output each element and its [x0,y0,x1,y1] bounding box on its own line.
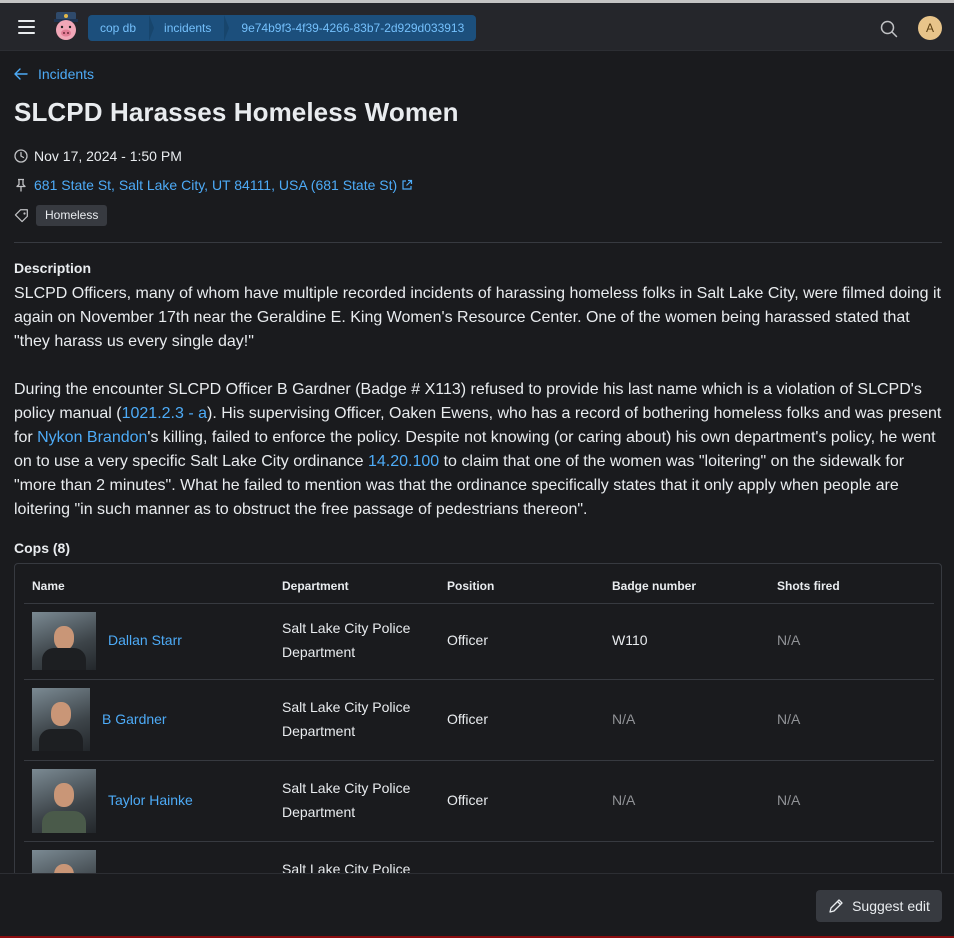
cop-photo[interactable] [32,688,90,751]
cops-table: Name Department Position Badge number Sh… [14,563,942,883]
incident-date: Nov 17, 2024 - 1:50 PM [14,148,182,164]
dept-line: Salt Lake City Police [282,699,411,715]
col-shots-fired[interactable]: Shots fired [777,579,840,593]
policy-link[interactable]: 1021.2.3 - a [122,405,207,422]
description-paragraph-2: During the encounter SLCPD Officer B Gar… [14,378,944,522]
description-paragraph-1: SLCPD Officers, many of whom have multip… [14,285,941,350]
dept-line: Salt Lake City Police [282,620,411,636]
breadcrumb-incident-id[interactable]: 9e74b9f3-4f39-4266-83b7-2d929d033913 [225,15,476,41]
cop-name-link[interactable]: Dallan Starr [108,632,182,648]
dept-line: Department [282,644,356,660]
cop-shots-fired: N/A [777,792,801,808]
cop-name-link[interactable]: Taylor Hainke [108,792,193,808]
incident-address-text: 681 State St, Salt Lake City, UT 84111, … [34,177,398,193]
description-label: Description [14,260,92,276]
page-title: SLCPD Harasses Homeless Women [14,97,459,127]
cop-photo[interactable] [32,612,96,670]
cop-department: Salt Lake City Police Department [282,616,410,664]
cop-position: Officer [447,792,488,808]
cop-name-link[interactable]: B Gardner [102,711,167,727]
external-link-icon [402,179,413,190]
col-badge-number[interactable]: Badge number [612,579,696,593]
cop-badge: N/A [612,711,636,727]
col-department[interactable]: Department [282,579,349,593]
tag-icon [14,208,28,222]
pencil-icon [829,899,843,913]
suggest-edit-button[interactable]: Suggest edit [816,890,942,922]
cop-shots-fired: N/A [777,711,801,727]
breadcrumb-label: incidents [164,21,212,35]
table-row[interactable]: B Gardner Salt Lake City Police Departmen… [24,680,934,761]
avatar[interactable]: A [918,16,942,40]
top-bar: cop db incidents 9e74b9f3-4f39-4266-83b7… [0,3,954,51]
search-icon[interactable] [880,20,898,38]
arrow-left-icon [14,68,28,80]
pig-cop-logo-icon[interactable] [50,10,82,42]
breadcrumb-incidents[interactable]: incidents [150,15,230,41]
breadcrumb-label: cop db [100,21,137,35]
cop-shots-fired: N/A [777,632,801,648]
nykon-brandon-link[interactable]: Nykon Brandon [37,429,147,446]
table-header: Name Department Position Badge number Sh… [24,564,934,604]
table-row[interactable]: Dallan Starr Salt Lake City Police Depart… [24,604,934,680]
menu-icon[interactable] [18,20,35,34]
dept-line: Salt Lake City Police [282,780,411,796]
table-row[interactable]: Taylor Hainke Salt Lake City Police Depar… [24,761,934,842]
suggest-edit-label: Suggest edit [852,898,930,914]
breadcrumb: cop db incidents 9e74b9f3-4f39-4266-83b7… [88,15,477,41]
cop-department: Salt Lake City Police Department [282,695,410,743]
incident-date-text: Nov 17, 2024 - 1:50 PM [34,148,182,164]
cop-position: Officer [447,711,488,727]
cop-department: Salt Lake City Police Department [282,776,410,824]
back-link[interactable]: Incidents [14,66,94,82]
back-link-label: Incidents [38,66,95,82]
ordinance-link[interactable]: 14.20.100 [368,453,439,470]
cop-position: Officer [447,632,488,648]
clock-icon [14,149,28,163]
dept-line: Department [282,804,356,820]
incident-address-link[interactable]: 681 State St, Salt Lake City, UT 84111, … [14,177,419,193]
description-text: SLCPD Officers, many of whom have multip… [14,282,944,546]
dept-line: Department [282,723,356,739]
col-position[interactable]: Position [447,579,494,593]
cop-photo[interactable] [32,769,96,833]
tag-homeless[interactable]: Homeless [36,205,108,226]
cops-label: Cops (8) [14,540,70,556]
pin-icon [16,178,26,192]
breadcrumb-cop-db[interactable]: cop db [88,15,155,41]
breadcrumb-label: 9e74b9f3-4f39-4266-83b7-2d929d033913 [241,21,465,35]
cop-badge: W110 [612,632,648,648]
footer-bar: Suggest edit [0,873,954,936]
tag-row: Homeless [14,205,108,226]
col-name[interactable]: Name [32,579,65,593]
divider [14,242,942,243]
cop-badge: N/A [612,792,636,808]
